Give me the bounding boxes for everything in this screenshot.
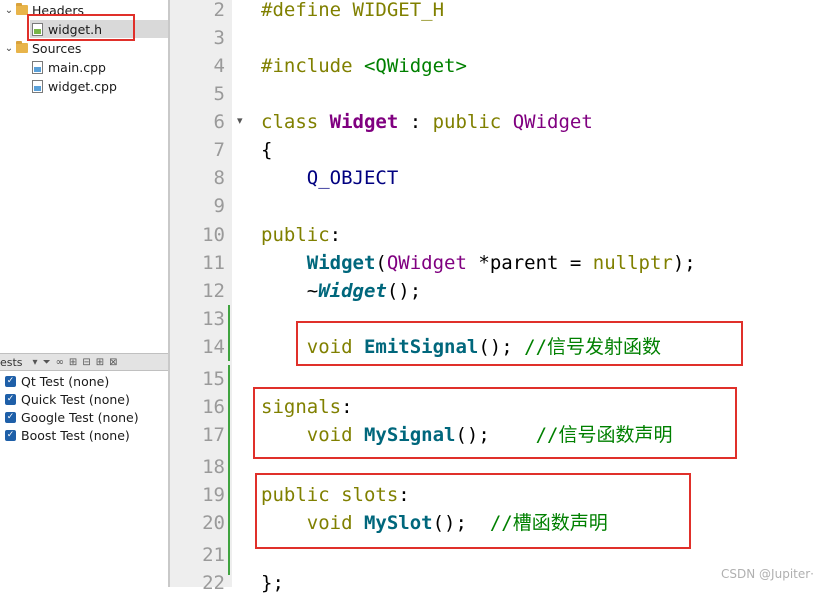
code-line-10[interactable]: public:: [261, 221, 341, 249]
fold-arrow-icon[interactable]: ▾: [237, 114, 243, 127]
test-framework-qt[interactable]: ✓ Qt Test (none): [5, 372, 109, 390]
test-framework-label: Qt Test (none): [21, 373, 110, 389]
line-number: 3: [213, 27, 225, 49]
line-number: 19: [202, 484, 225, 506]
highlight-box: [27, 14, 135, 41]
highlight-box: [253, 387, 737, 459]
checkbox-checked-icon[interactable]: ✓: [5, 375, 16, 387]
highlight-box: [296, 321, 743, 366]
test-framework-label: Google Test (none): [21, 409, 139, 425]
tests-panel-header: ests ▾ ⏷ ∞ ⊞ ⊟ ⊞ ⊠: [0, 353, 168, 371]
line-number: 7: [213, 139, 225, 161]
chevron-down-icon[interactable]: ⌄: [4, 43, 14, 54]
keyword-public: public: [261, 224, 330, 246]
code-line-4[interactable]: #include <QWidget>: [261, 52, 467, 80]
link-icon[interactable]: ∞: [56, 357, 64, 368]
constructor-name: Widget: [306, 252, 376, 274]
line-number: 6: [213, 111, 225, 133]
line-number: 8: [213, 167, 225, 189]
preprocessor-include: #include: [261, 55, 364, 77]
line-number: 16: [202, 396, 225, 418]
tree-item-main-cpp[interactable]: main.cpp: [30, 58, 106, 76]
test-framework-boost[interactable]: ✓ Boost Test (none): [5, 426, 130, 444]
test-framework-label: Quick Test (none): [21, 391, 130, 407]
tree-item-label: Sources: [32, 40, 82, 56]
checkbox-checked-icon[interactable]: ✓: [5, 429, 16, 441]
colon-token: :: [329, 224, 342, 246]
line-number: 18: [202, 456, 225, 478]
param-type: QWidget: [386, 252, 467, 274]
code-line-12[interactable]: ~Widget();: [261, 277, 421, 305]
code-line-11[interactable]: Widget(QWidget *parent = nullptr);: [261, 249, 696, 277]
filter-icon[interactable]: ⏷: [43, 357, 51, 368]
code-line-22[interactable]: };: [261, 569, 284, 597]
highlight-box: [255, 473, 691, 549]
line-number: 15: [202, 368, 225, 390]
code-line-7[interactable]: {: [261, 136, 272, 164]
keyword-nullptr: nullptr: [592, 252, 673, 274]
end-token: );: [672, 252, 696, 274]
destructor-name: Widget: [318, 280, 387, 302]
line-number: 9: [213, 195, 225, 217]
source-file-icon: [32, 60, 43, 74]
paren-token: (: [375, 252, 387, 274]
line-number: 5: [213, 83, 225, 105]
checkbox-checked-icon[interactable]: ✓: [5, 411, 16, 423]
expand-icon[interactable]: ⊞: [69, 357, 77, 368]
colon-token: :: [398, 111, 433, 133]
collapse-icon[interactable]: ⊟: [82, 357, 90, 368]
chevron-down-icon[interactable]: ⌄: [4, 5, 14, 16]
line-number: 21: [202, 544, 225, 566]
param-text: *parent =: [466, 252, 593, 274]
line-number: 4: [213, 55, 225, 77]
end-token: ();: [386, 280, 422, 302]
test-framework-google[interactable]: ✓ Google Test (none): [5, 408, 139, 426]
dropdown-arrow-icon[interactable]: ▾: [33, 357, 38, 368]
change-marker: [228, 365, 230, 575]
line-number: 2: [213, 0, 225, 21]
test-framework-quick[interactable]: ✓ Quick Test (none): [5, 390, 130, 408]
keyword-class: class: [261, 111, 330, 133]
base-class: QWidget: [512, 111, 593, 133]
line-number: 11: [202, 252, 225, 274]
tests-panel-title: ests: [0, 355, 23, 369]
tree-item-label: main.cpp: [48, 59, 106, 75]
split-icon[interactable]: ⊞: [96, 357, 104, 368]
code-line-2[interactable]: #define WIDGET_H: [261, 0, 444, 24]
line-number: 13: [202, 308, 225, 330]
folder-icon: [16, 41, 28, 53]
indent-tilde: ~: [261, 280, 319, 302]
tree-item-label: widget.cpp: [48, 78, 117, 94]
line-number: 20: [202, 512, 225, 534]
keyword-public: public: [432, 111, 513, 133]
watermark: CSDN @Jupiter·: [721, 567, 814, 581]
source-file-icon: [32, 79, 43, 93]
line-number: 17: [202, 424, 225, 446]
tree-item-sources[interactable]: ⌄ Sources: [4, 39, 82, 57]
line-number: 10: [202, 224, 225, 246]
line-number: 14: [202, 336, 225, 358]
code-line-8[interactable]: Q_OBJECT: [261, 164, 399, 192]
test-framework-label: Boost Test (none): [21, 427, 130, 443]
class-name: Widget: [329, 111, 399, 133]
include-target: <QWidget>: [363, 55, 467, 77]
close-panel-icon[interactable]: ⊠: [109, 357, 117, 368]
line-number: 12: [202, 280, 225, 302]
change-marker: [228, 305, 230, 361]
code-line-6[interactable]: class Widget : public QWidget: [261, 108, 593, 136]
checkbox-checked-icon[interactable]: ✓: [5, 393, 16, 405]
line-number: 22: [202, 572, 225, 594]
tree-item-widget-cpp[interactable]: widget.cpp: [30, 77, 117, 95]
